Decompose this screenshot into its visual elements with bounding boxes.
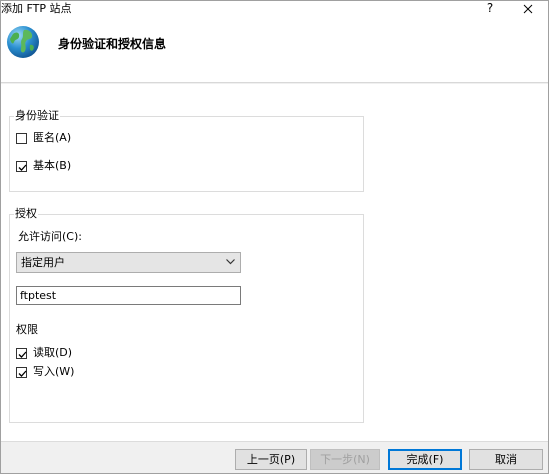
checkmark-icon [18,370,27,377]
title-bar: 添加 FTP 站点 ? [1,1,548,17]
basic-checkbox[interactable] [16,160,27,172]
authentication-group [9,116,364,192]
authentication-group-label: 身份验证 [14,109,60,123]
anonymous-checkbox-row[interactable]: 匿名(A) [16,131,71,145]
globe-icon [7,26,39,58]
wizard-footer: 上一页(P) 下一步(N) 完成(F) 取消 [1,441,548,473]
write-label: 写入(W) [33,365,75,378]
chevron-down-icon [226,259,235,265]
read-label: 读取(D) [33,346,73,359]
checkmark-icon [18,351,27,358]
basic-checkbox-row[interactable]: 基本(B) [16,159,71,173]
authorization-group-label: 授权 [14,207,38,221]
user-name-input[interactable]: ftptest [16,286,241,305]
wizard-header: 身份验证和授权信息 [1,17,548,83]
anonymous-label: 匿名(A) [33,131,72,144]
allow-access-label: 允许访问(C): [18,230,82,243]
checkmark-icon [18,164,27,171]
close-button[interactable] [519,1,537,17]
previous-button[interactable]: 上一页(P) [235,449,307,470]
permissions-label: 权限 [16,323,38,336]
user-name-value: ftptest [20,289,57,302]
close-icon [523,4,533,14]
finish-button[interactable]: 完成(F) [388,449,462,470]
wizard-content: 身份验证 匿名(A) 基本(B) 授权 允许访问(C): 指定用户 ftptes… [1,84,548,441]
write-checkbox[interactable] [16,366,27,378]
read-checkbox[interactable] [16,347,27,359]
next-button[interactable]: 下一步(N) [310,449,380,470]
help-button[interactable]: ? [483,1,497,17]
authorization-group [9,214,364,423]
window-title: 添加 FTP 站点 [1,2,72,15]
anonymous-checkbox[interactable] [16,132,27,144]
page-title: 身份验证和授权信息 [58,37,167,51]
read-checkbox-row[interactable]: 读取(D) [16,346,72,360]
cancel-button[interactable]: 取消 [469,449,543,470]
allow-access-value: 指定用户 [21,256,65,269]
allow-access-select[interactable]: 指定用户 [16,252,241,273]
write-checkbox-row[interactable]: 写入(W) [16,365,74,379]
basic-label: 基本(B) [33,159,72,172]
add-ftp-site-dialog: 添加 FTP 站点 ? 身份验证和授权信息 身份验证 匿名(A) 基本(B) 授… [0,0,549,474]
